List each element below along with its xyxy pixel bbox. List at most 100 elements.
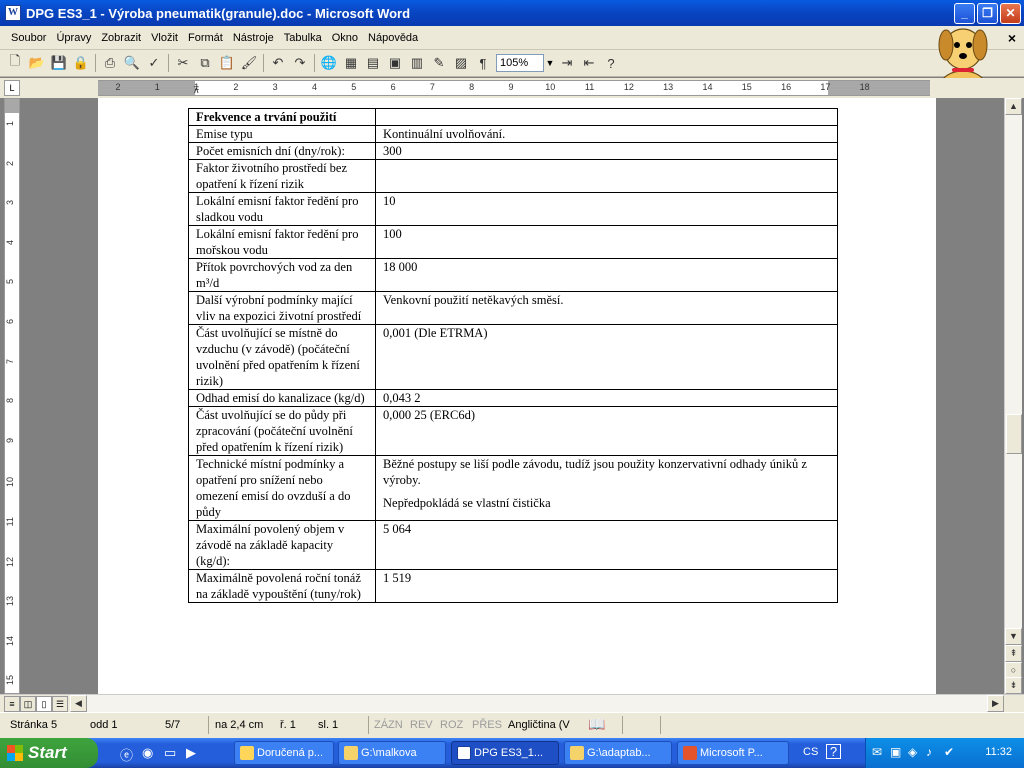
next-page-icon[interactable]: ⇟ — [1005, 677, 1022, 694]
help-tray-icon[interactable]: ? — [826, 744, 841, 759]
table-value-cell[interactable]: Běžné postupy se liší podle závodu, tudí… — [375, 455, 838, 521]
mail-tray-icon[interactable]: ✉ — [872, 745, 882, 759]
table-value-cell[interactable]: 100 — [375, 225, 838, 259]
table-value-cell[interactable]: 0,000 25 (ERC6d) — [375, 406, 838, 456]
menu-nastroje[interactable]: Nástroje — [228, 32, 279, 44]
document-area[interactable]: Frekvence a trvání použití Emise typu Kont… — [22, 98, 1004, 694]
status-mode-ext[interactable]: ROZ — [440, 719, 463, 731]
status-mode-rec[interactable]: ZÁZN — [374, 719, 403, 731]
scroll-right-icon[interactable]: ▶ — [987, 695, 1004, 712]
quick-launch-outlook-icon[interactable]: ◉ — [142, 745, 153, 761]
normal-view-icon[interactable]: ≡ — [4, 696, 20, 712]
permission-icon[interactable]: 🔒 — [70, 52, 92, 74]
horizontal-ruler[interactable]: 2 1 1 2 3 4 5 6 7 8 9 10 11 12 13 14 15 16 17 18 — [98, 80, 930, 96]
table-header-empty-cell[interactable] — [375, 108, 838, 126]
table-label-cell[interactable]: Odhad emisí do kanalizace (kg/d) — [188, 389, 376, 407]
table-value-cell[interactable]: 10 — [375, 192, 838, 226]
help-icon[interactable]: ? — [600, 52, 622, 74]
print-layout-icon[interactable]: ▯ — [36, 696, 52, 712]
save-icon[interactable]: 💾 — [48, 52, 70, 74]
menu-okno[interactable]: Okno — [327, 32, 363, 44]
table-label-cell[interactable]: Maximální povolený objem v závodě na zák… — [188, 520, 376, 570]
previous-page-icon[interactable]: ⇞ — [1005, 645, 1022, 662]
indent-marker-icon[interactable]: ⊼ — [193, 85, 201, 99]
paste-icon[interactable]: 📋 — [216, 52, 238, 74]
drawing-icon[interactable]: ✎ — [428, 52, 450, 74]
table-value-cell[interactable]: 5 064 — [375, 520, 838, 570]
scroll-thumb[interactable] — [1006, 414, 1022, 454]
quick-launch-media-icon[interactable]: ▶ — [186, 745, 196, 761]
data-table[interactable]: Frekvence a trvání použití Emise typu Kont… — [188, 108, 838, 603]
quick-launch-ie-icon[interactable]: ⓔ — [120, 745, 133, 764]
menu-vlozit[interactable]: Vložit — [146, 32, 183, 44]
insert-excel-icon[interactable]: ▣ — [384, 52, 406, 74]
scroll-up-icon[interactable]: ▲ — [1005, 98, 1022, 115]
table-label-cell[interactable]: Část uvolňující se do půdy při zpracován… — [188, 406, 376, 456]
quick-launch-desktop-icon[interactable]: ▭ — [164, 745, 176, 761]
menu-zobrazit[interactable]: Zobrazit — [96, 32, 146, 44]
copy-icon[interactable]: ⧉ — [194, 52, 216, 74]
table-value-cell[interactable]: Venkovní použití netěkavých směsí. — [375, 291, 838, 325]
table-value-cell[interactable] — [375, 159, 838, 193]
columns-icon[interactable]: ▥ — [406, 52, 428, 74]
table-header-cell[interactable]: Frekvence a trvání použití — [188, 108, 376, 126]
table-label-cell[interactable]: Lokální emisní faktor ředění pro sladkou… — [188, 192, 376, 226]
redo-icon[interactable]: ↷ — [289, 52, 311, 74]
table-label-cell[interactable]: Technické místní podmínky a opatření pro… — [188, 455, 376, 521]
volume-tray-icon[interactable]: ♪ — [926, 745, 932, 759]
table-value-cell[interactable]: 0,001 (Dle ETRMA) — [375, 324, 838, 390]
document-page[interactable]: Frekvence a trvání použití Emise typu Kont… — [98, 98, 936, 694]
insert-table-icon[interactable]: ▤ — [362, 52, 384, 74]
menu-format[interactable]: Formát — [183, 32, 228, 44]
table-label-cell[interactable]: Maximálně povolená roční tonáž na základ… — [188, 569, 376, 603]
new-document-icon[interactable]: 🗋 — [4, 52, 26, 74]
scroll-left-icon[interactable]: ◀ — [70, 695, 87, 712]
update-tray-icon[interactable]: ✔ — [944, 745, 954, 759]
table-label-cell[interactable]: Faktor životního prostředí bez opatření … — [188, 159, 376, 193]
status-language[interactable]: Angličtina (V — [508, 719, 570, 731]
menu-napoveda[interactable]: Nápověda — [363, 32, 423, 44]
task-inbox[interactable]: Doručená p... — [234, 741, 334, 765]
status-mode-ovr[interactable]: PŘES — [472, 719, 502, 731]
show-formatting-icon[interactable]: ¶ — [472, 52, 494, 74]
chevron-down-icon[interactable]: ▼ — [544, 54, 556, 72]
open-folder-icon[interactable]: 📂 — [26, 52, 48, 74]
table-label-cell[interactable]: Počet emisních dní (dny/rok): — [188, 142, 376, 160]
menu-upravy[interactable]: Úpravy — [51, 32, 96, 44]
tab-selector[interactable]: L — [4, 80, 20, 96]
table-value-cell[interactable]: 0,043 2 — [375, 389, 838, 407]
undo-icon[interactable]: ↶ — [267, 52, 289, 74]
document-close-button[interactable]: × — [1008, 30, 1016, 46]
web-layout-icon[interactable]: ◫ — [20, 696, 36, 712]
task-malkova-folder[interactable]: G:\malkova — [338, 741, 446, 765]
task-powerpoint[interactable]: Microsoft P... — [677, 741, 789, 765]
menu-soubor[interactable]: Soubor — [6, 32, 51, 44]
table-value-cell[interactable]: Kontinuální uvolňování. — [375, 125, 838, 143]
task-word-document[interactable]: DPG ES3_1... — [451, 741, 559, 765]
table-label-cell[interactable]: Přítok povrchových vod za den m³/d — [188, 258, 376, 292]
table-value-cell[interactable]: 300 — [375, 142, 838, 160]
outline-view-icon[interactable]: ☰ — [52, 696, 68, 712]
zoom-combo[interactable]: 105% — [496, 54, 544, 72]
vertical-ruler[interactable]: 1 2 3 4 5 6 7 8 9 10 11 12 13 14 15 — [4, 98, 20, 694]
hyperlink-icon[interactable]: 🌐 — [318, 52, 340, 74]
menu-tabulka[interactable]: Tabulka — [279, 32, 327, 44]
task-adaptab-folder[interactable]: G:\adaptab... — [564, 741, 672, 765]
security-tray-icon[interactable]: ◈ — [908, 745, 917, 759]
tables-borders-icon[interactable]: ▦ — [340, 52, 362, 74]
vertical-scrollbar[interactable]: ▲ ▼ ⇞ ○ ⇟ — [1004, 98, 1022, 694]
spelling-icon[interactable]: ✓ — [143, 52, 165, 74]
table-label-cell[interactable]: Lokální emisní faktor ředění pro mořskou… — [188, 225, 376, 259]
indent-decrease-icon[interactable]: ⇤ — [578, 52, 600, 74]
horizontal-scrollbar[interactable]: ◀ ▶ — [70, 695, 1004, 713]
table-value-cell[interactable]: 1 519 — [375, 569, 838, 603]
start-button[interactable]: Start — [0, 738, 98, 768]
close-button[interactable]: ✕ — [1000, 3, 1021, 24]
format-painter-icon[interactable]: 🖌 — [238, 52, 260, 74]
network-tray-icon[interactable]: ▣ — [890, 745, 901, 759]
table-label-cell[interactable]: Emise typu — [188, 125, 376, 143]
scroll-down-icon[interactable]: ▼ — [1005, 628, 1022, 645]
spelling-status-icon[interactable]: 📖 — [588, 716, 605, 733]
word-document-icon[interactable]: W — [5, 5, 21, 21]
indent-increase-icon[interactable]: ⇥ — [556, 52, 578, 74]
